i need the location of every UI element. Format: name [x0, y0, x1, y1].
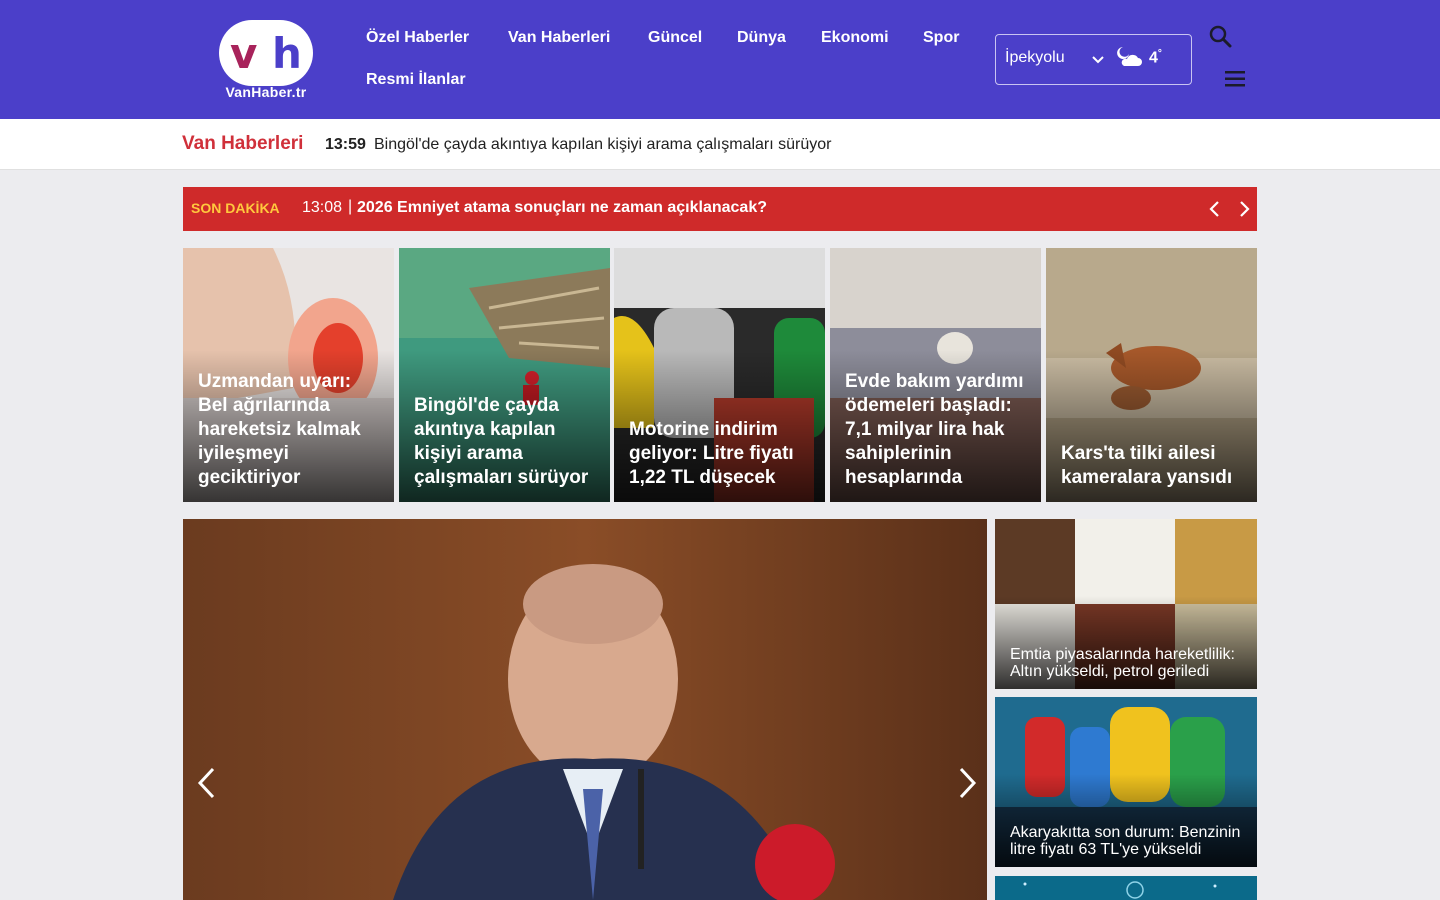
nav-item-ozel-haberler[interactable]: Özel Haberler: [366, 29, 469, 47]
news-card[interactable]: Evde bakım yardımı ödemeleri başladı: 7,…: [830, 248, 1041, 502]
ticker-headline[interactable]: Bingöl'de çayda akıntıya kapılan kişiyi …: [374, 136, 831, 154]
side-story[interactable]: Akaryakıtta son durum: Benzinin litre fi…: [995, 697, 1257, 867]
news-card[interactable]: Motorine indirim geliyor: Litre fiyatı 1…: [614, 248, 825, 502]
slider-image-politician: [183, 519, 987, 900]
chevron-down-icon: [1092, 56, 1104, 64]
card-title: Kars'ta tilki ailesi kameralara yansıdı: [1061, 443, 1233, 488]
news-card[interactable]: Kars'ta tilki ailesi kameralara yansıdı: [1046, 248, 1257, 502]
temperature: 4°: [1149, 48, 1162, 67]
side-story[interactable]: Emtia piyasalarında hareketlilik: Altın …: [995, 519, 1257, 689]
card-title: Uzmandan uyarı: Bel ağrılarında harekets…: [198, 371, 361, 488]
breaking-separator: |: [348, 198, 353, 215]
side-story[interactable]: [995, 876, 1257, 900]
news-card[interactable]: Bingöl'de çayda akıntıya kapılan kişiyi …: [399, 248, 610, 502]
breaking-label: SON DAKİKA: [191, 200, 280, 216]
breaking-news-bar: SON DAKİKA 13:08 | 2026 Emniyet atama so…: [183, 187, 1257, 231]
nav-item-ekonomi[interactable]: Ekonomi: [821, 29, 889, 47]
side-image-zodiac: [995, 876, 1257, 900]
chevron-left-icon[interactable]: [1205, 197, 1225, 221]
logo-monogram: v h: [230, 29, 302, 78]
news-card[interactable]: Uzmandan uyarı: Bel ağrılarında harekets…: [183, 248, 394, 502]
ticker-label[interactable]: Van Haberleri: [182, 133, 303, 155]
card-title: Bingöl'de çayda akıntıya kapılan kişiyi …: [414, 395, 589, 488]
ticker-time: 13:59: [325, 136, 366, 153]
breaking-time: 13:08: [302, 199, 343, 216]
nav-item-spor[interactable]: Spor: [923, 29, 959, 47]
nav-item-resmi-ilanlar[interactable]: Resmi İlanlar: [366, 71, 466, 89]
logo-wordmark: VanHaber.tr: [225, 84, 307, 100]
news-ticker: Van Haberleri 13:59 Bingöl'de çayda akın…: [0, 119, 1440, 170]
side-title: Akaryakıtta son durum: Benzinin litre fi…: [1010, 824, 1241, 858]
search-icon[interactable]: [1208, 24, 1232, 48]
site-logo[interactable]: v h VanHaber.tr: [219, 20, 313, 102]
location-name: İpekyolu: [1005, 49, 1065, 66]
cloud-moon-icon: [1117, 47, 1142, 66]
nav-item-guncel[interactable]: Güncel: [648, 29, 702, 47]
side-title: Emtia piyasalarında hareketlilik: Altın …: [1010, 646, 1235, 680]
card-title: Evde bakım yardımı ödemeleri başladı: 7,…: [845, 371, 1024, 488]
slider-next-icon[interactable]: [955, 766, 979, 800]
hamburger-menu-icon[interactable]: [1225, 70, 1245, 88]
breaking-headline[interactable]: 2026 Emniyet atama sonuçları ne zaman aç…: [357, 199, 767, 217]
weather-location-select[interactable]: İpekyolu 4°: [995, 34, 1192, 85]
site-header: v h VanHaber.tr Özel Haberler Van Haberl…: [0, 0, 1440, 119]
nav-item-dunya[interactable]: Dünya: [737, 29, 786, 47]
card-title: Motorine indirim geliyor: Litre fiyatı 1…: [629, 419, 794, 488]
nav-item-van-haberleri[interactable]: Van Haberleri: [508, 29, 610, 47]
chevron-right-icon[interactable]: [1234, 197, 1254, 221]
headline-slider[interactable]: [183, 519, 987, 900]
slider-prev-icon[interactable]: [195, 766, 219, 800]
